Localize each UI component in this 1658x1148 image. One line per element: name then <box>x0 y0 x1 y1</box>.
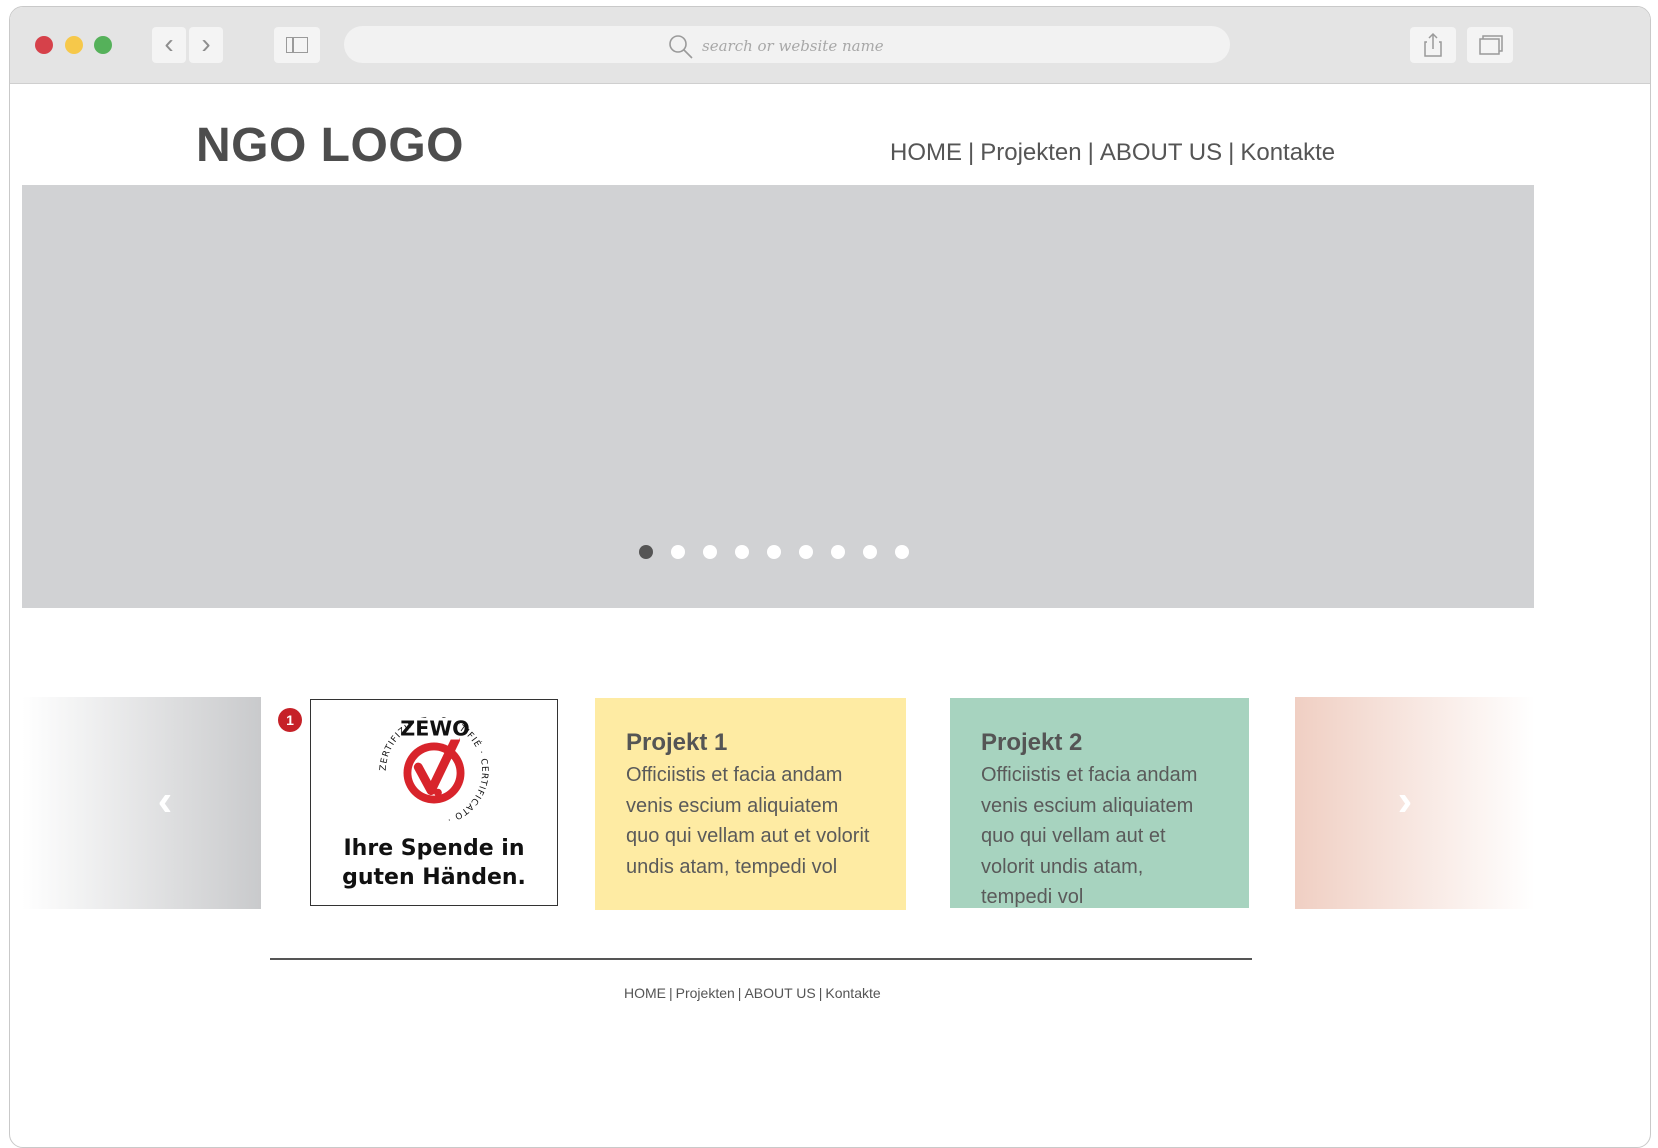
browser-toolbar: ‹ › <box>10 7 1650 84</box>
slider-dot-7[interactable] <box>831 545 845 559</box>
sidebar-icon <box>286 37 308 53</box>
slider-dot-9[interactable] <box>895 545 909 559</box>
footer-link-about-us[interactable]: ABOUT US <box>744 985 815 1001</box>
slider-dot-3[interactable] <box>703 545 717 559</box>
footer-link-kontakte[interactable]: Kontakte <box>825 985 880 1001</box>
hero-slider[interactable] <box>22 185 1534 608</box>
svg-text:ZEWO: ZEWO <box>400 717 469 741</box>
slider-dot-8[interactable] <box>863 545 877 559</box>
back-button[interactable]: ‹ <box>152 27 186 63</box>
zewo-tagline-line: guten Händen. <box>342 865 526 890</box>
address-bar[interactable] <box>344 26 1230 63</box>
nav-separator: | <box>818 985 823 1001</box>
sidebar-toggle-button[interactable] <box>274 27 320 63</box>
minimize-window-button[interactable] <box>65 36 83 54</box>
project-title: Projekt 1 <box>626 729 728 756</box>
forward-button[interactable]: › <box>189 27 223 63</box>
close-window-button[interactable] <box>35 36 53 54</box>
slider-pagination <box>639 545 909 559</box>
tabs-overview-button[interactable] <box>1467 27 1513 63</box>
footer-divider <box>270 958 1252 960</box>
project-description: Officiistis et facia andam venis escium … <box>626 764 870 878</box>
nav-link-kontakte[interactable]: Kontakte <box>1240 139 1335 166</box>
slider-dot-2[interactable] <box>671 545 685 559</box>
nav-separator: | <box>1087 139 1094 166</box>
main-nav: HOME | Projekten | ABOUT US | Kontakte <box>890 139 1335 167</box>
nav-separator: | <box>1228 139 1235 166</box>
zewo-certificate-card[interactable]: ZERTIFIZIERT · CERTIFIÉ · CERTIFICATO · … <box>310 699 558 906</box>
zewo-tagline: Ihre Spende in guten Händen. <box>311 834 557 892</box>
chevron-left-icon: ‹ <box>164 28 174 59</box>
nav-link-projekten[interactable]: Projekten <box>980 139 1081 166</box>
zewo-seal-logo: ZERTIFIZIERT · CERTIFIÉ · CERTIFICATO · … <box>379 716 489 825</box>
chevron-right-icon[interactable]: › <box>1385 779 1425 823</box>
slider-dot-4[interactable] <box>735 545 749 559</box>
zoom-window-button[interactable] <box>94 36 112 54</box>
nav-link-about-us[interactable]: ABOUT US <box>1100 139 1222 166</box>
chevron-right-icon: › <box>201 28 211 59</box>
footer-link-projekten[interactable]: Projekten <box>676 985 735 1001</box>
slider-dot-5[interactable] <box>767 545 781 559</box>
chevron-left-icon[interactable]: ‹ <box>145 779 185 823</box>
nav-separator: | <box>669 985 673 1001</box>
carousel-prev-area[interactable]: ‹ <box>22 697 261 909</box>
search-icon <box>669 35 693 59</box>
project-card-2[interactable]: Projekt 2 Officiistis et facia andam ven… <box>950 698 1249 908</box>
notification-badge: 1 <box>278 708 302 732</box>
zewo-tagline-line: Ihre Spende in <box>343 836 525 861</box>
project-title: Projekt 2 <box>981 729 1083 756</box>
share-button[interactable] <box>1410 27 1456 63</box>
project-description: Officiistis et facia andam venis escium … <box>981 764 1198 908</box>
tabs-icon <box>1479 35 1503 55</box>
site-logo[interactable]: NGO LOGO <box>196 118 464 173</box>
slider-dot-6[interactable] <box>799 545 813 559</box>
nav-link-home[interactable]: HOME <box>890 139 962 166</box>
nav-separator: | <box>968 139 975 166</box>
footer-nav: HOME | Projekten | ABOUT US | Kontakte <box>624 985 881 1001</box>
slider-dot-1[interactable] <box>639 545 653 559</box>
nav-separator: | <box>737 985 742 1001</box>
address-input[interactable] <box>700 32 1104 60</box>
share-icon <box>1424 32 1442 57</box>
footer-link-home[interactable]: HOME <box>624 985 666 1001</box>
project-card-1[interactable]: Projekt 1 Officiistis et facia andam ven… <box>595 698 906 910</box>
carousel-next-area[interactable]: › <box>1295 697 1535 909</box>
